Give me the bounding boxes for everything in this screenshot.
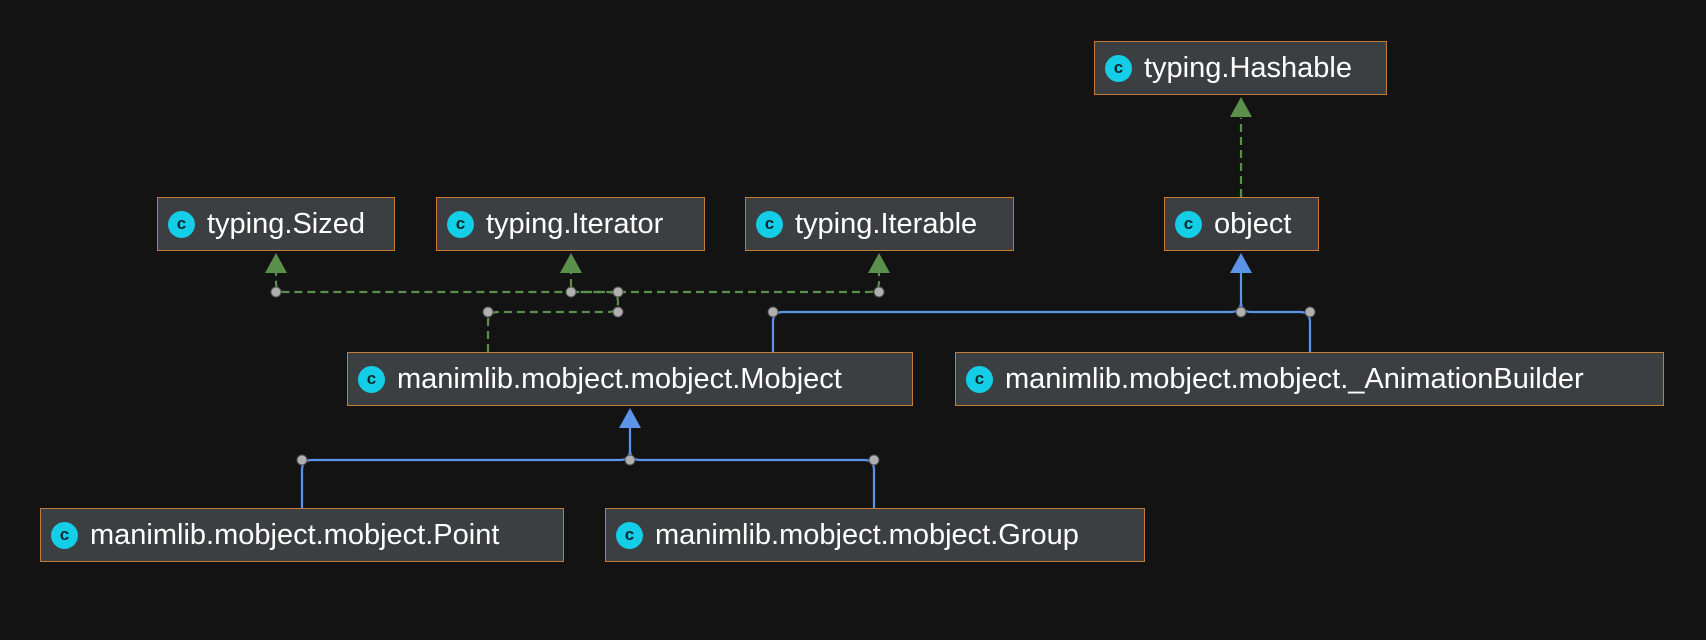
class-node-point[interactable]: c manimlib.mobject.mobject.Point bbox=[40, 508, 564, 562]
class-node-label: object bbox=[1214, 207, 1292, 240]
class-icon: c bbox=[1175, 210, 1202, 238]
class-node-label: typing.Hashable bbox=[1144, 51, 1352, 84]
class-node-label: typing.Sized bbox=[207, 207, 365, 240]
class-icon: c bbox=[358, 365, 385, 393]
class-icon: c bbox=[447, 210, 474, 238]
class-node-iterator[interactable]: c typing.Iterator bbox=[436, 197, 705, 251]
connector-dot bbox=[868, 454, 880, 466]
connector-dot bbox=[565, 286, 577, 298]
class-icon: c bbox=[51, 521, 78, 549]
class-node-label: typing.Iterator bbox=[486, 207, 664, 240]
class-icon: c bbox=[966, 365, 993, 393]
edge-group-to-mobject bbox=[628, 449, 876, 508]
class-node-label: manimlib.mobject.mobject.Point bbox=[90, 518, 500, 551]
connector-dot bbox=[612, 286, 624, 298]
arrowhead-sized bbox=[265, 253, 287, 273]
arrowhead-iterable bbox=[868, 253, 890, 273]
edge-mobject-to-iterator bbox=[569, 272, 618, 294]
class-node-sized[interactable]: c typing.Sized bbox=[157, 197, 395, 251]
class-node-label: manimlib.mobject.mobject._AnimationBuild… bbox=[1005, 362, 1584, 395]
arrowhead-hashable bbox=[1230, 97, 1252, 117]
arrowhead-iterator bbox=[560, 253, 582, 273]
edge-mobject-to-sized bbox=[274, 272, 620, 352]
class-icon: c bbox=[756, 210, 783, 238]
class-node-label: manimlib.mobject.mobject.Mobject bbox=[397, 362, 842, 395]
class-node-animation-builder[interactable]: c manimlib.mobject.mobject._AnimationBui… bbox=[955, 352, 1664, 406]
connector-dot bbox=[873, 286, 885, 298]
connector-dot bbox=[1235, 306, 1247, 318]
connector-dot bbox=[767, 306, 779, 318]
edge-mobject-to-object bbox=[771, 273, 1243, 352]
connector-dot bbox=[296, 454, 308, 466]
class-icon: c bbox=[168, 210, 195, 238]
class-node-group[interactable]: c manimlib.mobject.mobject.Group bbox=[605, 508, 1145, 562]
class-node-hashable[interactable]: c typing.Hashable bbox=[1094, 41, 1387, 95]
edge-animation-builder-to-object bbox=[1239, 301, 1312, 352]
class-node-object[interactable]: c object bbox=[1164, 197, 1319, 251]
connector-dot bbox=[1304, 306, 1316, 318]
class-hierarchy-diagram: c typing.Hashable c typing.Sized c typin… bbox=[0, 0, 1706, 640]
edge-mobject-to-iterable bbox=[618, 272, 881, 294]
class-node-iterable[interactable]: c typing.Iterable bbox=[745, 197, 1014, 251]
class-node-label: manimlib.mobject.mobject.Group bbox=[655, 518, 1079, 551]
connector-dot bbox=[270, 286, 282, 298]
arrowhead-object bbox=[1230, 253, 1252, 273]
class-node-mobject[interactable]: c manimlib.mobject.mobject.Mobject bbox=[347, 352, 913, 406]
arrowhead-mobject bbox=[619, 408, 641, 428]
edge-point-to-mobject bbox=[300, 428, 632, 508]
connector-dot bbox=[482, 306, 494, 318]
class-icon: c bbox=[1105, 54, 1132, 82]
connector-dot bbox=[612, 306, 624, 318]
class-icon: c bbox=[616, 521, 643, 549]
class-node-label: typing.Iterable bbox=[795, 207, 978, 240]
connector-dot bbox=[624, 454, 636, 466]
